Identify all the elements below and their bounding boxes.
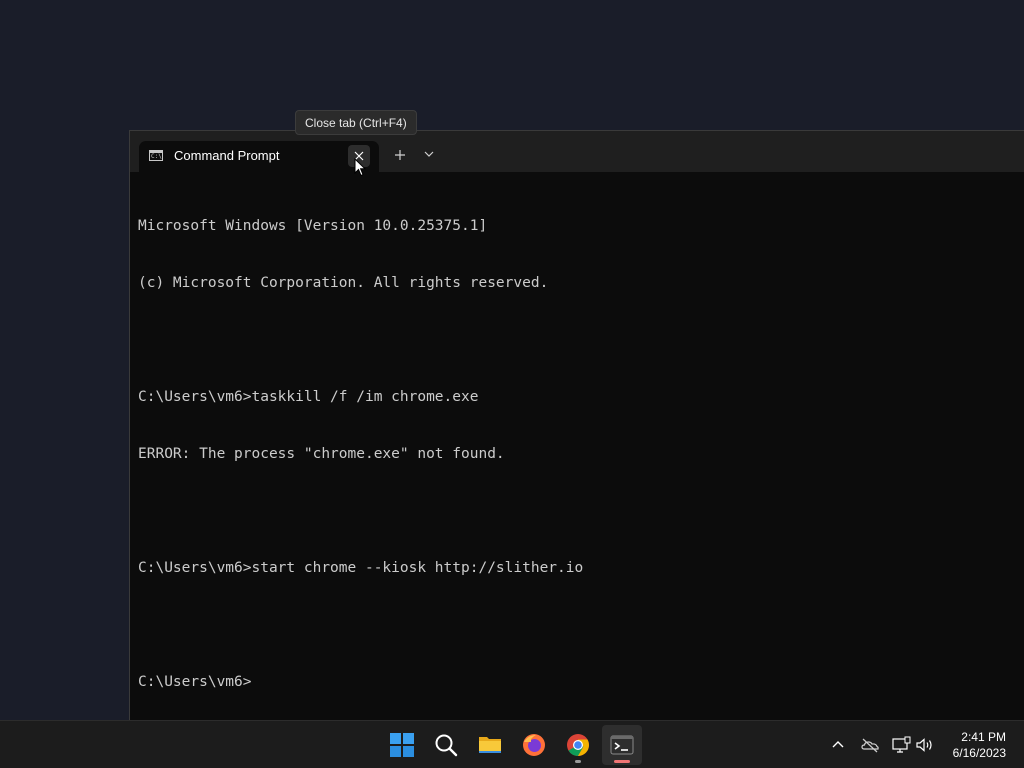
console-line: C:\Users\vm6>taskkill /f /im chrome.exe bbox=[138, 389, 479, 405]
plus-icon bbox=[395, 150, 405, 160]
title-bar: C:\ Command Prompt bbox=[130, 131, 1024, 172]
new-tab-button[interactable] bbox=[388, 143, 412, 167]
network-icon[interactable] bbox=[891, 735, 911, 755]
chrome-button[interactable] bbox=[558, 725, 598, 765]
console-line: (c) Microsoft Corporation. All rights re… bbox=[138, 275, 549, 291]
search-button[interactable] bbox=[426, 725, 466, 765]
taskbar: 2:41 PM 6/16/2023 bbox=[0, 720, 1024, 768]
tab-dropdown-button[interactable] bbox=[418, 143, 440, 167]
active-indicator bbox=[614, 760, 630, 763]
console-line: Microsoft Windows [Version 10.0.25375.1] bbox=[138, 218, 488, 234]
chrome-icon bbox=[567, 734, 589, 756]
console-prompt[interactable]: C:\Users\vm6> bbox=[138, 673, 1024, 692]
console-line: ERROR: The process "chrome.exe" not foun… bbox=[138, 446, 505, 462]
close-tab-tooltip: Close tab (Ctrl+F4) bbox=[295, 110, 417, 135]
chevron-down-icon bbox=[424, 151, 434, 157]
tab-title: Command Prompt bbox=[174, 148, 280, 163]
start-icon bbox=[390, 733, 414, 757]
clock-time: 2:41 PM bbox=[961, 730, 1006, 744]
tab-command-prompt[interactable]: C:\ Command Prompt bbox=[139, 141, 379, 172]
file-explorer-button[interactable] bbox=[470, 725, 510, 765]
start-button[interactable] bbox=[382, 725, 422, 765]
terminal-window: C:\ Command Prompt Microsoft Windows [Ve… bbox=[129, 130, 1024, 720]
volume-icon[interactable] bbox=[915, 735, 935, 755]
search-icon bbox=[435, 734, 458, 757]
console-line: C:\Users\vm6>start chrome --kiosk http:/… bbox=[138, 560, 584, 576]
onedrive-icon[interactable] bbox=[860, 735, 880, 755]
running-indicator bbox=[575, 760, 581, 763]
chevron-up-icon[interactable] bbox=[828, 735, 848, 755]
console-output[interactable]: Microsoft Windows [Version 10.0.25375.1]… bbox=[138, 179, 1024, 730]
terminal-button[interactable] bbox=[602, 725, 642, 765]
mouse-cursor-icon bbox=[354, 158, 366, 177]
cmd-icon: C:\ bbox=[149, 150, 163, 161]
clock-date: 6/16/2023 bbox=[952, 746, 1006, 760]
firefox-icon bbox=[523, 734, 545, 756]
file-explorer-icon bbox=[479, 737, 501, 753]
clock[interactable]: 2:41 PM 6/16/2023 bbox=[953, 729, 1006, 761]
terminal-icon bbox=[610, 735, 634, 755]
firefox-button[interactable] bbox=[514, 725, 554, 765]
